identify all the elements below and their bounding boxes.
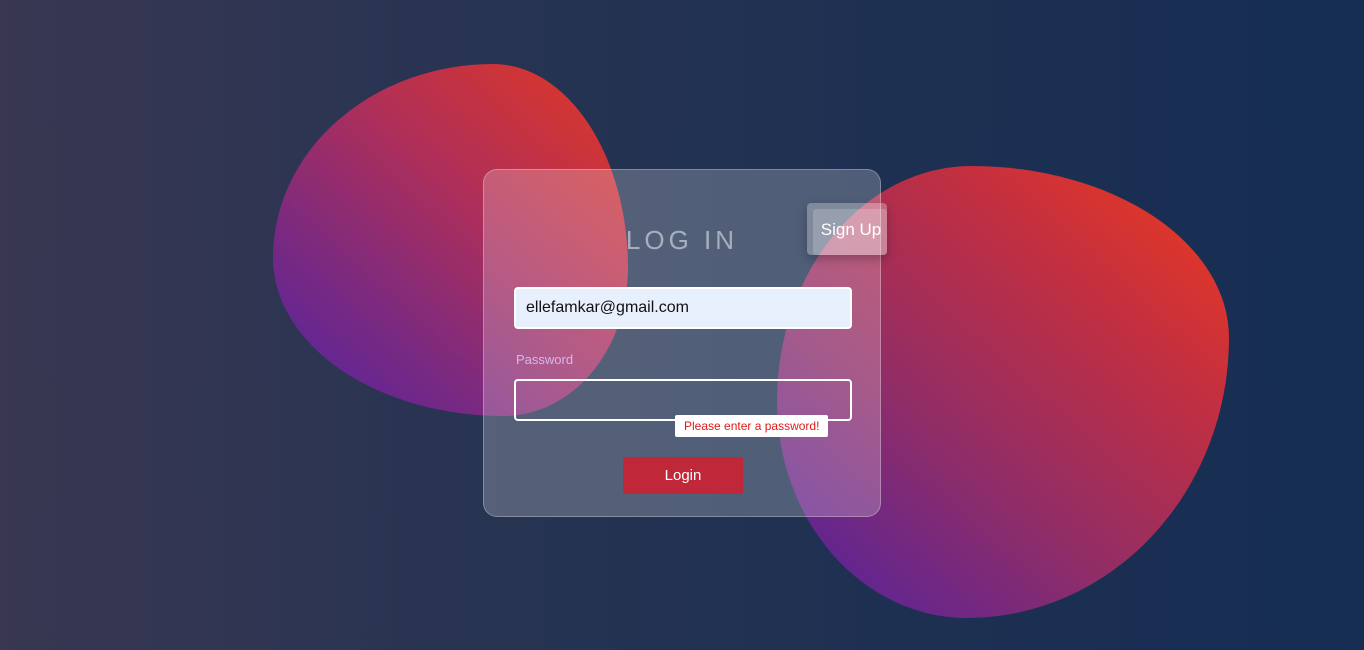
password-label: Password (516, 352, 574, 367)
email-field[interactable] (514, 287, 852, 329)
signup-button-label: Sign Up (820, 220, 882, 239)
signup-button[interactable]: Sign Up (807, 203, 887, 255)
password-validation-tooltip: Please enter a password! (675, 415, 829, 437)
login-button[interactable]: Login (623, 457, 743, 494)
